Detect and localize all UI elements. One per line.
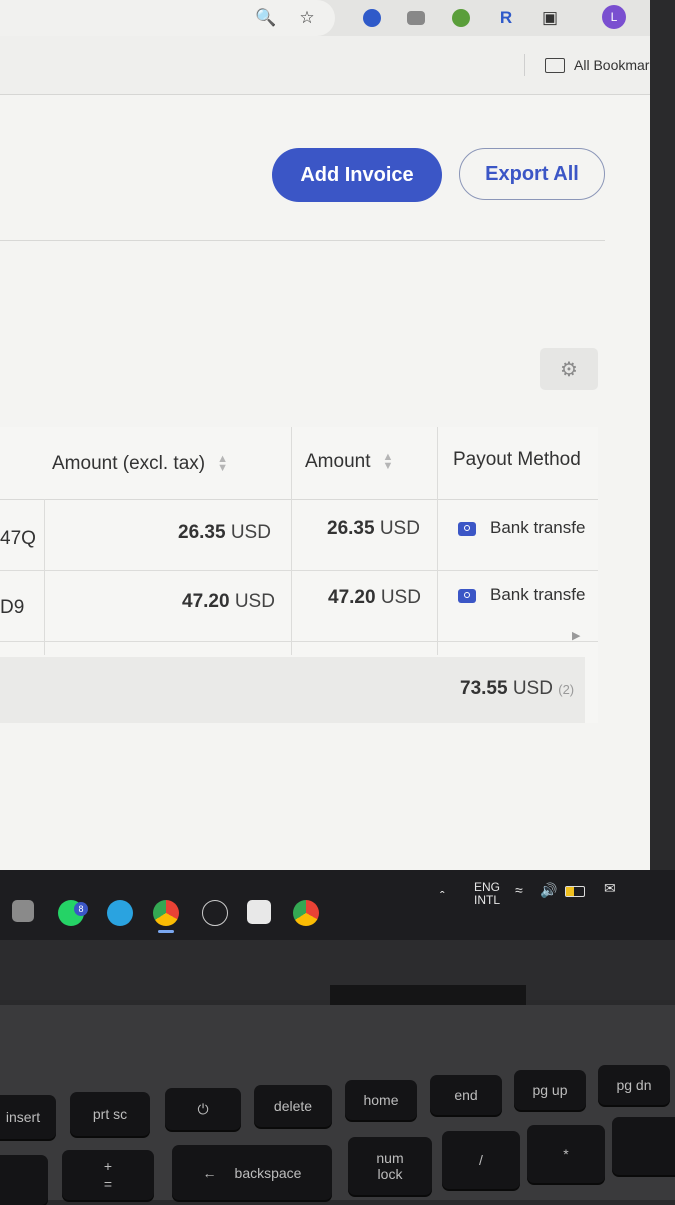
sort-icon[interactable]: ▲ ▼ — [217, 453, 228, 473]
profile-avatar[interactable]: L — [602, 5, 626, 29]
key-plus-equals[interactable]: + = — [62, 1150, 154, 1200]
key-label: lock — [377, 1166, 403, 1182]
currency: USD — [234, 591, 275, 612]
lang-code: ENG — [474, 880, 501, 894]
key-multiply[interactable]: * — [527, 1125, 605, 1183]
header-label: Amount (excl. tax) — [52, 453, 206, 474]
amount-value: 47.20 — [328, 587, 376, 608]
chevron-up-icon[interactable]: ˆ — [440, 889, 445, 903]
taskbar: 8 ˆ ENG INTL ≈ 🔊 ✉ — [0, 870, 675, 940]
header-payout-method[interactable]: Payout Method — [453, 449, 581, 471]
total-value: 73.55 — [460, 678, 508, 699]
extension-icon-1[interactable] — [360, 6, 384, 30]
table-row[interactable]: D9 47.20 USD 47.20 USD Bank transfe — [0, 571, 598, 642]
table-total-row: 73.55 USD (2) — [0, 657, 585, 723]
invoice-id-cell: D9 — [0, 597, 25, 618]
snipping-tool-icon[interactable] — [12, 900, 34, 922]
more-vert-icon[interactable]: ⋮ — [646, 6, 651, 30]
language-indicator[interactable]: ENG INTL — [474, 881, 500, 907]
key-home[interactable]: home — [345, 1080, 417, 1120]
key-minus[interactable] — [612, 1117, 675, 1175]
key-prt-sc[interactable]: prt sc — [70, 1092, 150, 1136]
header-amount[interactable]: Amount ▲ ▼ — [305, 451, 393, 473]
wifi-icon[interactable]: ≈ — [515, 883, 523, 897]
volume-icon[interactable]: 🔊 — [540, 883, 557, 897]
key-label: backspace — [234, 1164, 302, 1181]
amount-cell: 47.20 USD — [328, 587, 421, 609]
extension-icon-3[interactable] — [449, 6, 473, 30]
folder-icon[interactable] — [545, 58, 565, 73]
zoom-icon[interactable]: 🔍 — [254, 6, 278, 30]
key-pg-up[interactable]: pg up — [514, 1070, 586, 1110]
payout-label: Bank transfe — [490, 585, 586, 604]
total-cell: 73.55 USD (2) — [460, 678, 574, 700]
amount-excl-tax-cell: 47.20 USD — [182, 591, 275, 613]
key-delete[interactable]: delete — [254, 1085, 332, 1127]
add-invoice-button[interactable]: Add Invoice — [272, 148, 442, 202]
header-amount-excl-tax[interactable]: Amount (excl. tax) ▲ ▼ — [52, 453, 228, 475]
bookmarks-divider — [524, 54, 525, 76]
puzzle-icon[interactable]: ▣ — [538, 6, 562, 30]
page-content: Add Invoice Export All ⚙ Amount (excl. t… — [0, 95, 650, 870]
key-num-lock[interactable]: num lock — [348, 1137, 432, 1195]
currency: USD — [512, 678, 553, 699]
lang-layout: INTL — [474, 893, 501, 907]
screen: 🔍 ☆ R ▣ L ⋮ All Bookmarks Add Invoice Ex… — [0, 0, 650, 870]
address-bar[interactable] — [0, 0, 335, 36]
header-label: Amount — [305, 451, 371, 472]
amount-excl-tax-cell: 26.35 USD — [178, 522, 271, 544]
chrome-icon[interactable] — [153, 900, 179, 926]
invoice-id-cell: 47Q — [0, 528, 36, 549]
notification-icon[interactable]: ✉ — [604, 881, 616, 895]
amount-cell: 26.35 USD — [327, 518, 420, 540]
payout-label: Bank transfe — [490, 518, 586, 537]
key-pg-dn[interactable]: pg dn — [598, 1065, 670, 1105]
arrow-left-icon: ← — [202, 1164, 217, 1181]
all-bookmarks-link[interactable]: All Bookmarks — [574, 57, 650, 73]
active-indicator — [158, 930, 174, 933]
telegram-icon[interactable] — [107, 900, 133, 926]
photos-icon[interactable] — [247, 900, 271, 924]
scroll-right-icon[interactable]: ▶ — [572, 629, 580, 642]
export-all-button[interactable]: Export All — [459, 148, 605, 200]
payout-method-cell: Bank transfe — [458, 585, 585, 605]
key-end[interactable]: end — [430, 1075, 502, 1115]
gear-icon[interactable]: ⚙ — [540, 348, 598, 390]
star-icon[interactable]: ☆ — [295, 6, 319, 30]
browser-toolbar: 🔍 ☆ R ▣ L ⋮ — [0, 0, 650, 36]
amount-value: 47.20 — [182, 591, 230, 612]
amount-value: 26.35 — [327, 518, 375, 539]
wallet-icon — [458, 588, 476, 603]
invoice-table: Amount (excl. tax) ▲ ▼ Amount ▲ ▼ Payout Met… — [0, 427, 598, 723]
divider — [0, 240, 605, 241]
table-header: Amount (excl. tax) ▲ ▼ Amount ▲ ▼ Payout Met… — [0, 427, 598, 500]
notification-badge: 8 — [74, 902, 88, 916]
currency: USD — [379, 518, 420, 539]
key-backspace[interactable]: ← backspace — [172, 1145, 332, 1200]
key-divide[interactable]: / — [442, 1131, 520, 1189]
payout-method-cell: Bank transfe — [458, 518, 585, 538]
battery-icon[interactable] — [565, 886, 585, 897]
key-label: num — [376, 1150, 404, 1166]
key-partial[interactable] — [0, 1155, 48, 1205]
key-label: = — [103, 1176, 113, 1192]
amount-value: 26.35 — [178, 522, 226, 543]
key-shift-label: + — [103, 1158, 113, 1174]
keyboard-deck: insert prt sc ⏻ delete home end pg up pg… — [0, 1005, 675, 1205]
power-icon[interactable]: ⏻ — [165, 1088, 241, 1130]
laptop-hinge — [330, 985, 526, 1007]
extension-icon-4[interactable]: R — [494, 6, 518, 30]
extension-icon-2[interactable] — [404, 6, 428, 30]
sort-icon[interactable]: ▲ ▼ — [382, 451, 393, 471]
row-count: (2) — [558, 682, 575, 697]
key-insert[interactable]: insert — [0, 1095, 56, 1139]
currency: USD — [230, 522, 271, 543]
openai-icon[interactable] — [202, 900, 228, 926]
currency: USD — [380, 587, 421, 608]
chrome-profile-icon[interactable] — [293, 900, 319, 926]
wallet-icon — [458, 521, 476, 536]
table-row[interactable]: 47Q 26.35 USD 26.35 USD Bank transfe — [0, 500, 598, 571]
bookmarks-bar: All Bookmarks — [0, 36, 650, 95]
